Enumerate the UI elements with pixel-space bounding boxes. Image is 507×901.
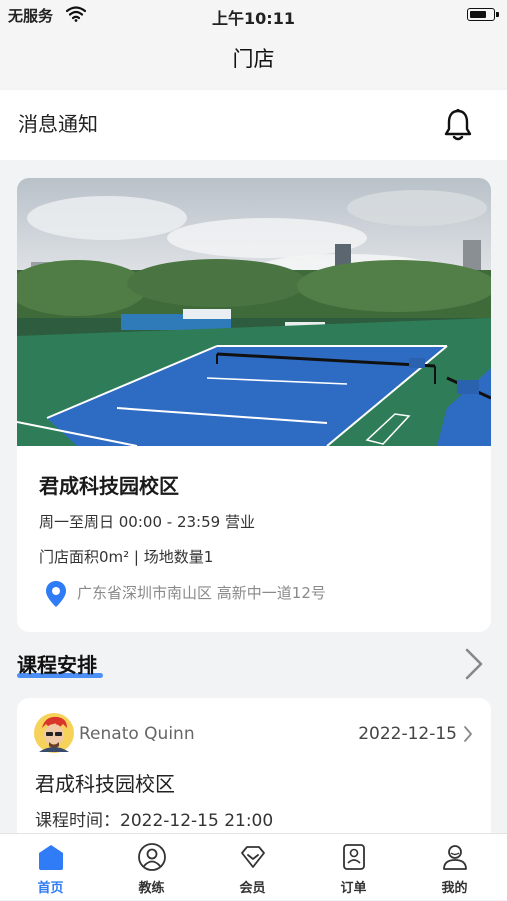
tab-label: 会员 xyxy=(239,881,266,896)
bell-icon[interactable] xyxy=(443,108,473,142)
store-hours: 周一至周日 00:00 - 23:59 营业 xyxy=(39,513,255,531)
member-icon xyxy=(241,846,265,868)
tab-profile[interactable]: 我的 xyxy=(404,834,505,901)
chevron-right-icon[interactable] xyxy=(463,647,485,681)
chevron-right-icon[interactable] xyxy=(463,725,473,743)
store-address[interactable]: 广东省深圳市南山区 高新中一道12号 xyxy=(77,582,326,603)
tab-coach[interactable]: 教练 xyxy=(101,834,202,901)
location-pin-icon xyxy=(46,581,66,607)
order-icon xyxy=(343,844,365,870)
tab-label: 教练 xyxy=(138,881,165,896)
tab-label: 订单 xyxy=(340,881,367,896)
course-time: 课程时间：2022-12-15 21:00 xyxy=(35,811,274,831)
tab-order[interactable]: 订单 xyxy=(303,834,404,901)
tab-member[interactable]: 会员 xyxy=(202,834,303,901)
message-notice-row[interactable]: 消息通知 xyxy=(0,90,507,160)
clock: 上午10:11 xyxy=(212,9,295,28)
coach-name: Renato Quinn xyxy=(79,724,195,744)
tab-label: 我的 xyxy=(441,881,468,896)
schedule-section-header[interactable]: 课程安排 xyxy=(17,645,491,685)
course-date: 2022-12-15 xyxy=(358,724,457,744)
navbar: 门店 xyxy=(0,30,507,88)
profile-icon xyxy=(443,845,467,870)
tab-home[interactable]: 首页 xyxy=(0,834,101,901)
tab-bar: 首页 教练 会员 订单 我的 xyxy=(0,833,507,900)
page-title: 门店 xyxy=(232,47,275,71)
battery-icon xyxy=(467,8,499,21)
store-area: 门店面积0m² | 场地数量1 xyxy=(39,548,214,566)
coach-icon xyxy=(138,843,166,871)
coach-avatar xyxy=(34,713,74,753)
store-name: 君成科技园校区 xyxy=(39,474,179,498)
tab-label: 首页 xyxy=(37,881,64,896)
tennis-court-photo xyxy=(17,178,491,446)
schedule-section-title: 课程安排 xyxy=(17,653,97,677)
home-icon xyxy=(39,845,63,870)
course-location: 君成科技园校区 xyxy=(35,772,175,796)
store-card[interactable]: 君成科技园校区 周一至周日 00:00 - 23:59 营业 门店面积0m² |… xyxy=(17,178,491,632)
message-notice-label: 消息通知 xyxy=(18,112,98,136)
status-bar: 无服务 上午10:11 xyxy=(0,0,507,30)
